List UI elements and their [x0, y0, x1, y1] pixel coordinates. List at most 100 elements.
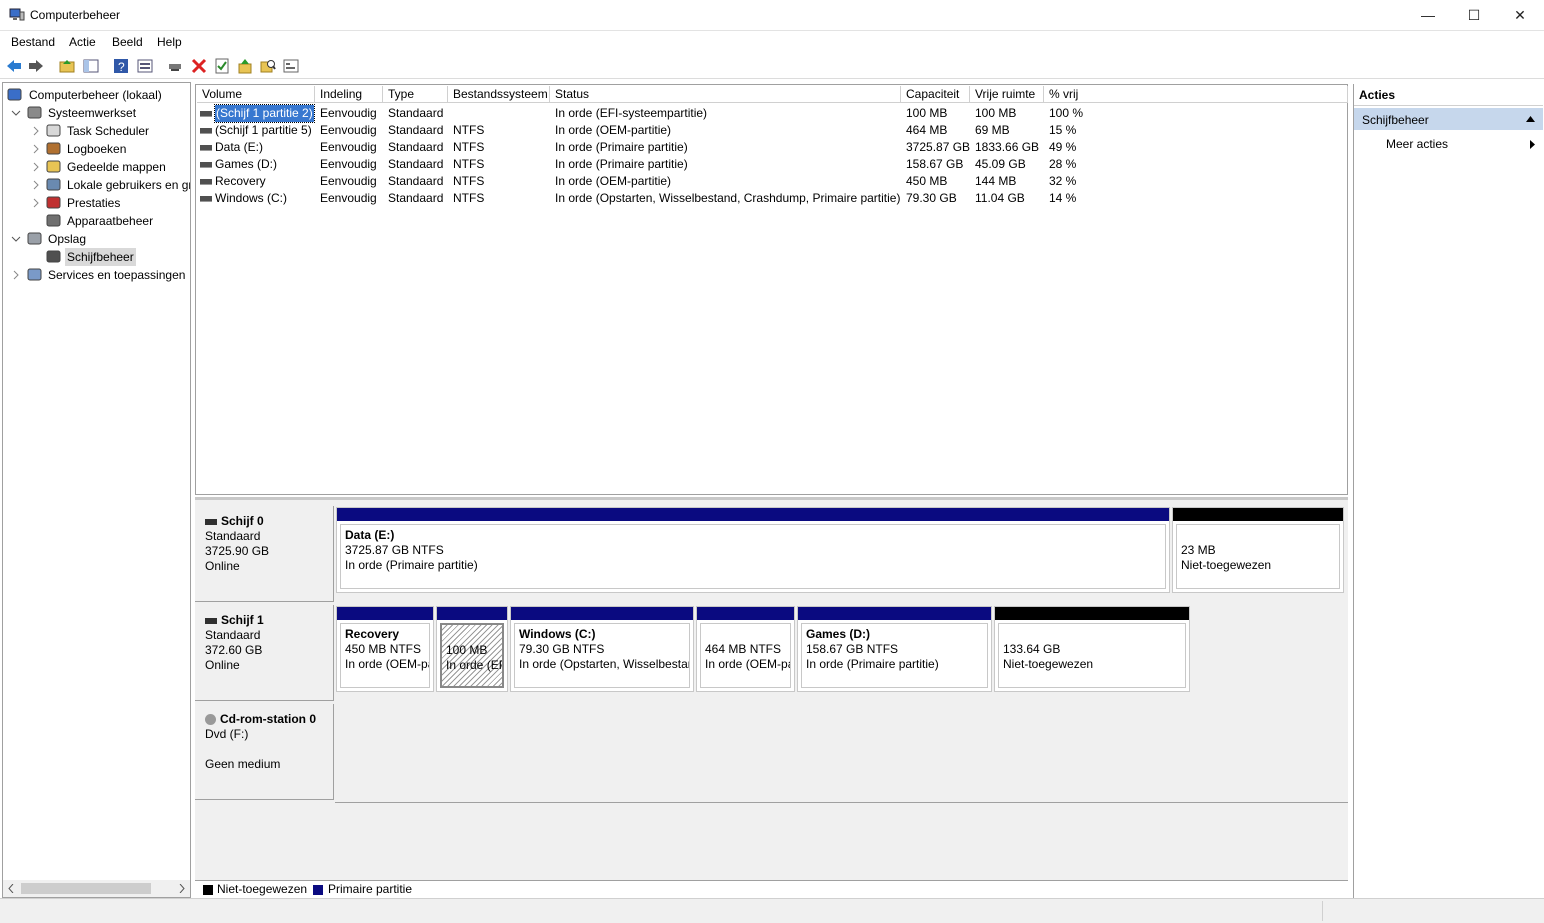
console-icon[interactable]	[282, 57, 300, 75]
scroll-left-icon[interactable]	[8, 884, 14, 893]
actions-header: Acties	[1354, 84, 1543, 106]
partition-133-64-gb[interactable]: 133.64 GB Niet-toegewezen	[994, 606, 1190, 692]
chevron-right-icon[interactable]	[31, 176, 41, 194]
partition-type-bar	[995, 607, 1189, 620]
column-header-vrije-ruimte[interactable]: Vrije ruimte	[970, 86, 1044, 103]
partition-464-mb-ntfs[interactable]: 464 MB NTFS In orde (OEM-pa	[696, 606, 795, 692]
chevron-right-icon[interactable]	[31, 194, 41, 212]
title-bar: Computerbeheer — ☐ ✕	[0, 0, 1544, 31]
column-header-volume[interactable]: Volume	[197, 86, 315, 103]
table-row[interactable]: Data (E:) Eenvoudig Standaard NTFS In orde (…	[196, 139, 1347, 156]
minimize-button[interactable]: —	[1405, 0, 1451, 31]
chevron-down-icon[interactable]	[11, 230, 21, 248]
partition-type-bar	[798, 607, 991, 620]
tree-item-apparaatbeheer[interactable]: Apparaatbeheer	[3, 212, 190, 230]
cell-indeling: Eenvoudig	[320, 174, 377, 188]
cell-type: Standaard	[388, 123, 444, 137]
cell-capaciteit: 464 MB	[906, 123, 948, 137]
status-bar	[0, 898, 1544, 923]
disk-line3: Geen medium	[205, 757, 281, 771]
tree-item-task-scheduler[interactable]: Task Scheduler	[3, 122, 190, 140]
disk-label-cd-rom-station-0[interactable]: Cd-rom-station 0 Dvd (F:) Geen medium	[195, 704, 334, 800]
action-more-actions[interactable]: Meer acties	[1354, 134, 1543, 154]
partition-games-d[interactable]: Games (D:) 158.67 GB NTFS In orde (Primair…	[797, 606, 992, 692]
partition-100-mb[interactable]: 100 MB In orde (EFI	[436, 606, 508, 692]
column-header-indeling[interactable]: Indeling	[315, 86, 383, 103]
search-icon[interactable]	[259, 57, 277, 75]
forward-arrow-icon[interactable]	[27, 57, 45, 75]
partition-23-mb[interactable]: 23 MB Niet-toegewezen	[1172, 507, 1344, 593]
menu-actie[interactable]: Actie	[69, 35, 96, 49]
up-folder-icon[interactable]	[58, 57, 76, 75]
partition-data-e[interactable]: Data (E:) 3725.87 GB NTFS In orde (Primair…	[336, 507, 1170, 593]
table-row[interactable]: Games (D:) Eenvoudig Standaard NTFS In orde …	[196, 156, 1347, 173]
scrollbar-thumb[interactable]	[21, 883, 151, 894]
volume-icon	[200, 111, 212, 117]
chevron-down-icon[interactable]	[11, 104, 21, 122]
column-header-bestandssysteem[interactable]: Bestandssysteem	[448, 86, 550, 103]
close-button[interactable]: ✕	[1497, 0, 1543, 31]
back-arrow-icon[interactable]	[5, 57, 23, 75]
tree-item-logboeken[interactable]: Logboeken	[3, 140, 190, 158]
help-icon[interactable]: ?	[112, 57, 130, 75]
partition-details: 133.64 GB Niet-toegewezen	[998, 623, 1186, 688]
tree-item-prestaties[interactable]: Prestaties	[3, 194, 190, 212]
shared-folder-icon	[46, 160, 61, 174]
table-row[interactable]: Windows (C:) Eenvoudig Standaard NTFS In ord…	[196, 190, 1347, 207]
disk-line3: Online	[205, 658, 240, 672]
partition-details: Recovery 450 MB NTFS In orde (OEM-pa	[340, 623, 430, 688]
tree-item-gedeelde-mappen[interactable]: Gedeelde mappen	[3, 158, 190, 176]
volume-icon	[200, 162, 212, 168]
tree-item-opslag[interactable]: Opslag	[3, 230, 190, 248]
actions-section-schijfbeheer[interactable]: Schijfbeheer	[1354, 108, 1543, 130]
device-manager-icon	[46, 214, 61, 228]
tree-item-computerbeheer-lokaal[interactable]: Computerbeheer (lokaal)	[3, 86, 190, 104]
tree-item-systeemwerkset[interactable]: Systeemwerkset	[3, 104, 190, 122]
cell-status: In orde (OEM-partitie)	[555, 174, 672, 188]
disk-icon	[205, 518, 217, 525]
maximize-button[interactable]: ☐	[1451, 0, 1497, 31]
menu-bestand[interactable]: Bestand	[11, 35, 55, 49]
cell-volume: Data (E:)	[215, 140, 264, 154]
partition-windows-c[interactable]: Windows (C:) 79.30 GB NTFS In orde (Opstar…	[510, 606, 694, 692]
tree-item-lokale-gebruikers-en-gr[interactable]: Lokale gebruikers en gr	[3, 176, 190, 194]
chevron-right-icon[interactable]	[31, 140, 41, 158]
column-header-status[interactable]: Status	[550, 86, 901, 103]
cell-bestandssysteem: NTFS	[453, 191, 485, 205]
column-header-capaciteit[interactable]: Capaciteit	[901, 86, 970, 103]
cell-capaciteit: 3725.87 GB	[906, 140, 971, 154]
tree-item-label: Schijfbeheer	[65, 248, 136, 266]
chevron-right-icon[interactable]	[11, 266, 21, 284]
chevron-right-icon[interactable]	[31, 158, 41, 176]
scroll-right-icon[interactable]	[179, 884, 185, 893]
legend-label-unallocated: Niet-toegewezen	[217, 882, 308, 896]
tree-item-services-en-toepassingen[interactable]: Services en toepassingen	[3, 266, 190, 284]
properties-view-icon[interactable]	[136, 57, 154, 75]
check-icon[interactable]	[213, 57, 231, 75]
tree-item-schijfbeheer[interactable]: Schijfbeheer	[3, 248, 190, 266]
horizontal-scrollbar[interactable]	[3, 880, 190, 897]
column-header-type[interactable]: Type	[383, 86, 448, 103]
menu-beeld[interactable]: Beeld	[112, 35, 143, 49]
partition-title-spacer	[1003, 627, 1185, 642]
chevron-right-icon[interactable]	[31, 122, 41, 140]
menu-help[interactable]: Help	[157, 35, 182, 49]
volume-list: Volume Indeling Type Bestandssysteem Status C…	[195, 84, 1348, 495]
partition-type-bar	[337, 607, 433, 620]
table-row[interactable]: (Schijf 1 partitie 5) Eenvoudig Standaard N…	[196, 122, 1347, 139]
partition-line2: In orde (Primaire partitie)	[806, 657, 939, 671]
delete-icon[interactable]	[190, 57, 208, 75]
table-row[interactable]: (Schijf 1 partitie 2) Eenvoudig Standaard I…	[196, 104, 1347, 123]
column-header-vrij[interactable]: % vrij	[1044, 86, 1348, 103]
volume-icon	[200, 179, 212, 185]
connect-icon[interactable]	[166, 57, 184, 75]
actions-pane: Acties Schijfbeheer Meer acties	[1353, 84, 1543, 898]
table-row[interactable]: Recovery Eenvoudig Standaard NTFS In orde (O…	[196, 173, 1347, 190]
disk-label-schijf-0[interactable]: Schijf 0 Standaard 3725.90 GB Online	[195, 506, 334, 602]
toolbar: ?	[0, 53, 1544, 79]
tree-item-label: Services en toepassingen	[48, 268, 186, 282]
partition-recovery[interactable]: Recovery 450 MB NTFS In orde (OEM-pa	[336, 606, 434, 692]
show-tree-icon[interactable]	[82, 57, 100, 75]
disk-label-schijf-1[interactable]: Schijf 1 Standaard 372.60 GB Online	[195, 605, 334, 701]
import-icon[interactable]	[236, 57, 254, 75]
